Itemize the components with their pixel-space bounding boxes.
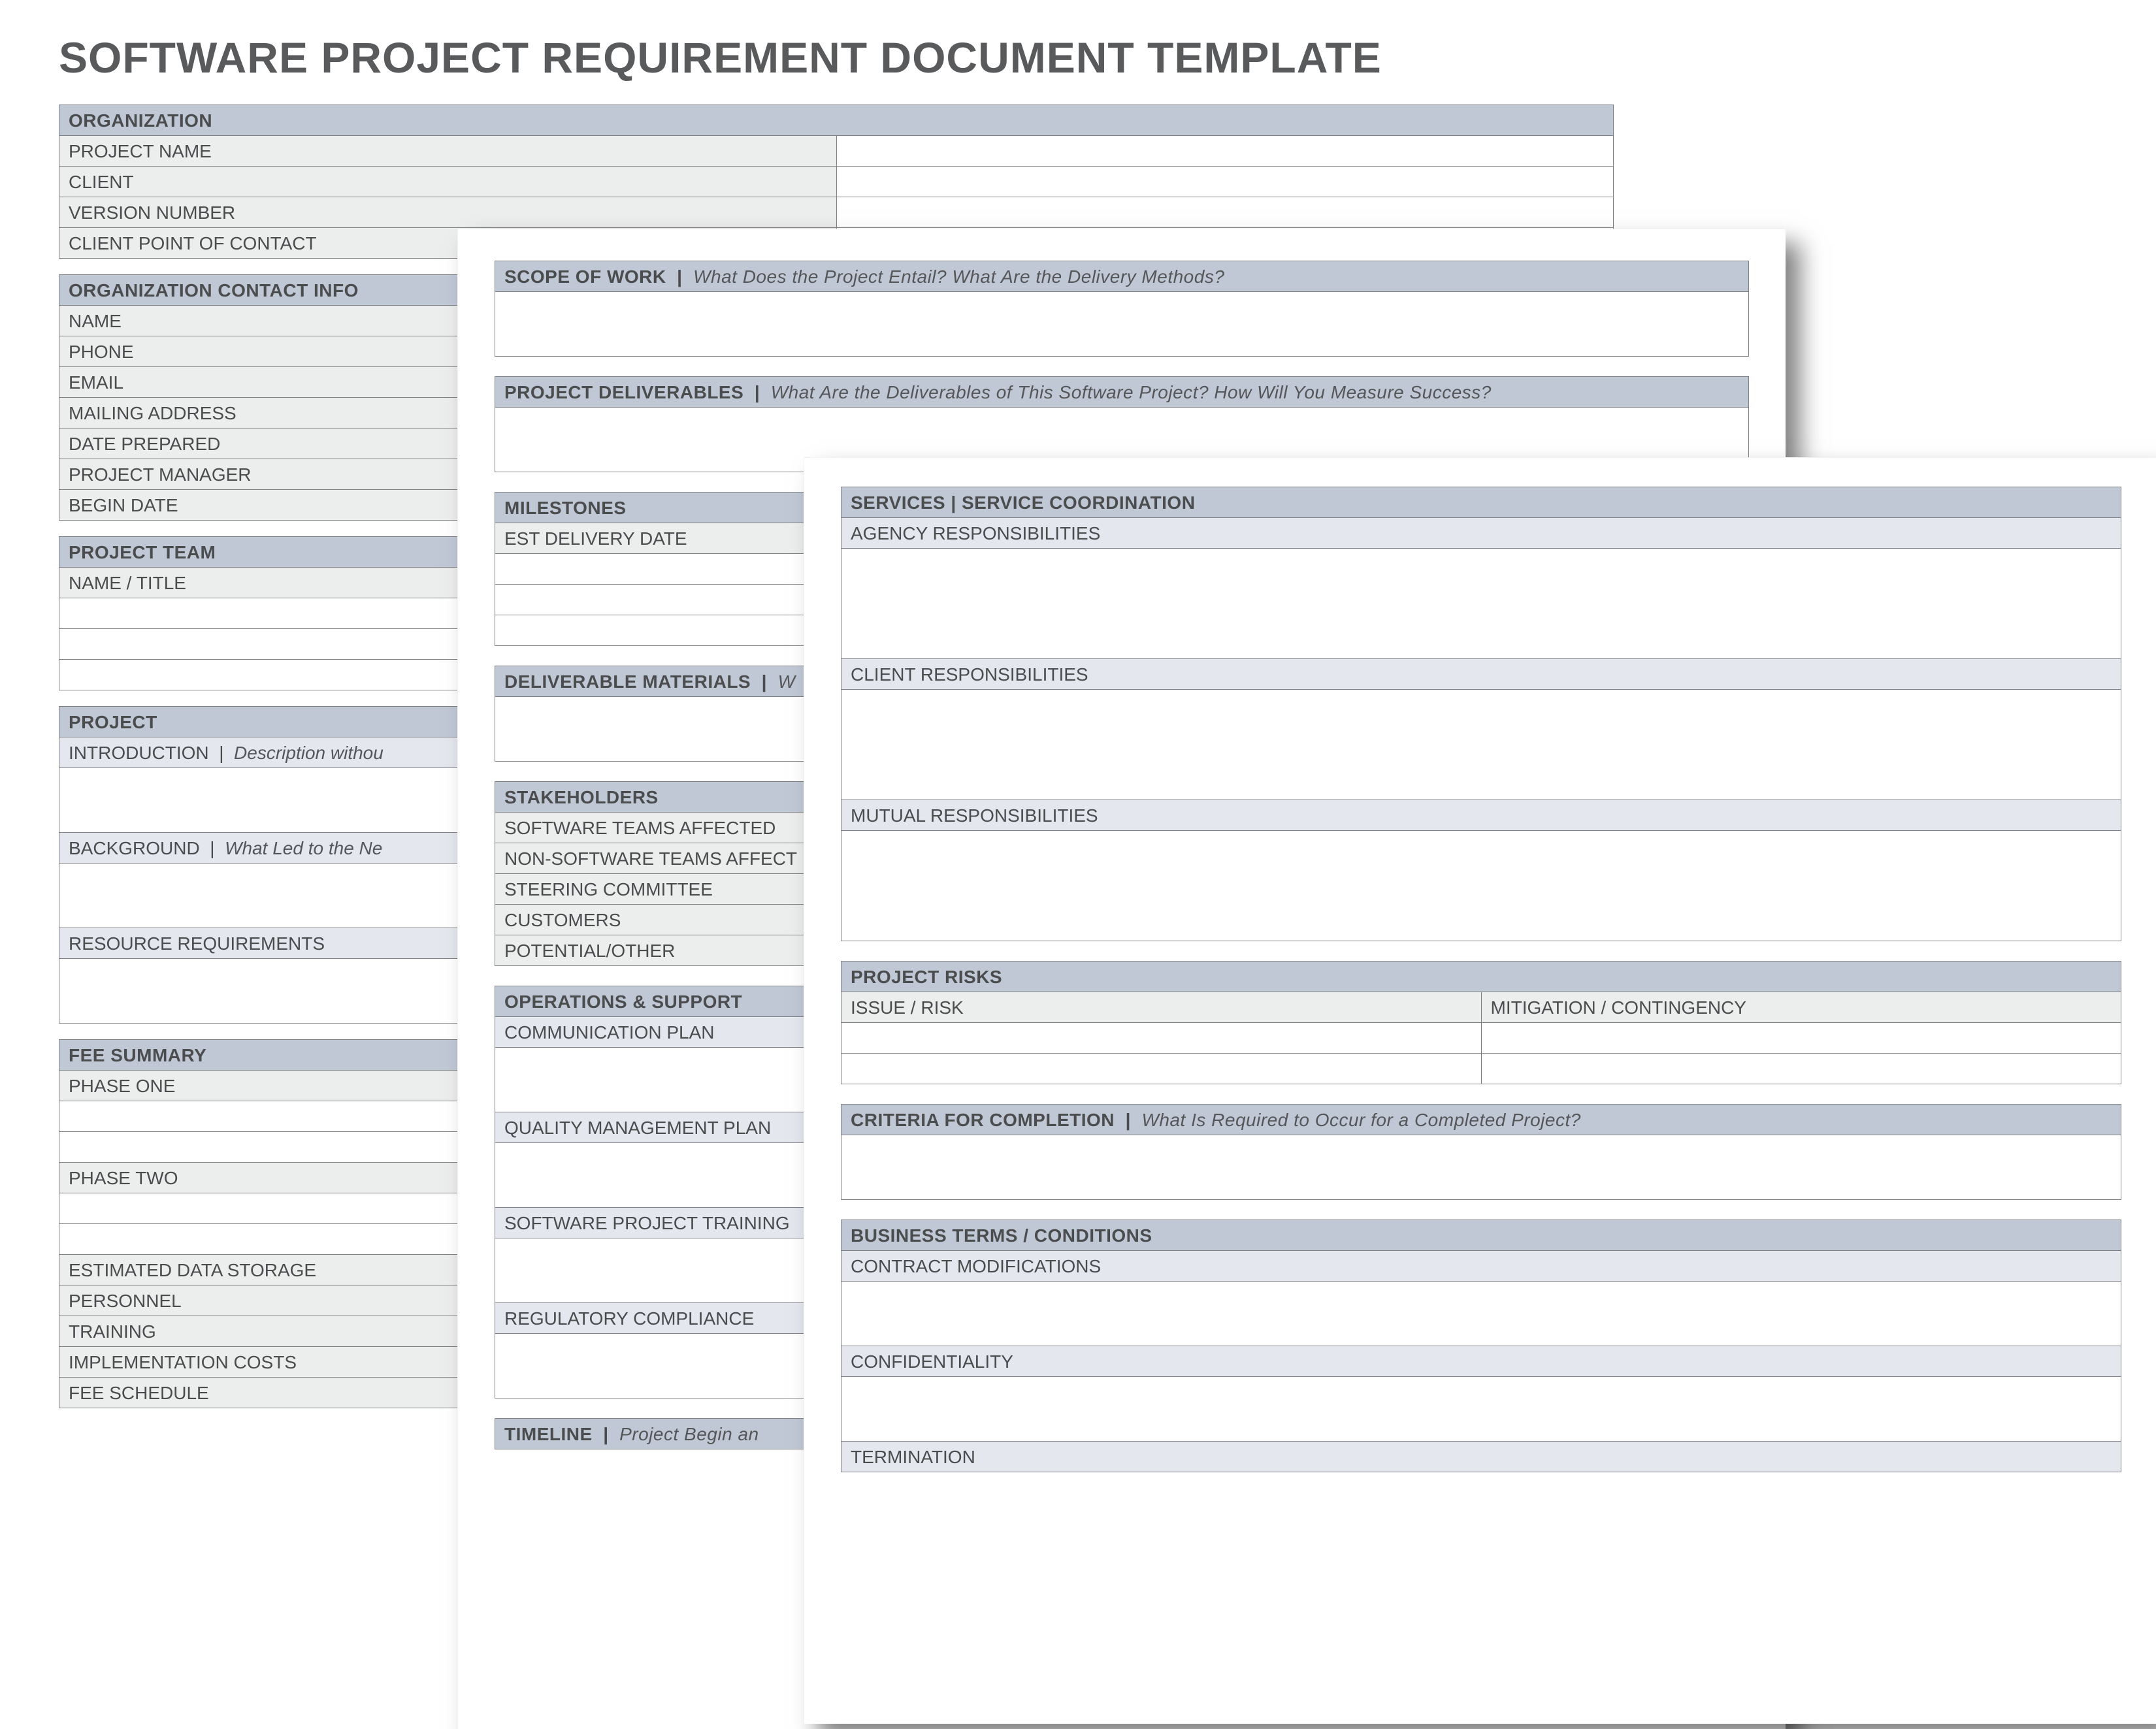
label-serv-2: MUTUAL RESPONSIBILITIES	[841, 800, 2121, 831]
page3-table: SERVICES | SERVICE COORDINATION AGENCY R…	[841, 487, 2121, 1472]
value-cell[interactable]	[841, 1054, 1482, 1084]
value-cell[interactable]	[841, 549, 2121, 659]
value-cell[interactable]	[836, 197, 1614, 228]
page-title: SOFTWARE PROJECT REQUIREMENT DOCUMENT TE…	[59, 33, 1382, 82]
label-term-0: CONTRACT MODIFICATIONS	[841, 1251, 2121, 1282]
value-cell[interactable]	[836, 167, 1614, 197]
value-cell[interactable]	[836, 136, 1614, 167]
label-org-2: VERSION NUMBER	[59, 197, 837, 228]
section-terms: BUSINESS TERMS / CONDITIONS	[841, 1220, 2121, 1251]
label-org-0: PROJECT NAME	[59, 136, 837, 167]
value-cell[interactable]	[841, 1023, 1482, 1054]
value-cell[interactable]	[1481, 1023, 2121, 1054]
section-deliverables: PROJECT DELIVERABLES | What Are the Deli…	[495, 377, 1749, 408]
section-risks: PROJECT RISKS	[841, 961, 2121, 992]
label-term-1: CONFIDENTIALITY	[841, 1346, 2121, 1377]
value-cell[interactable]	[495, 292, 1749, 357]
section-scope: SCOPE OF WORK | What Does the Project En…	[495, 261, 1749, 292]
section-organization: ORGANIZATION	[59, 105, 1614, 136]
label-term-2: TERMINATION	[841, 1442, 2121, 1472]
value-cell[interactable]	[841, 1135, 2121, 1200]
value-cell[interactable]	[841, 1282, 2121, 1346]
label-serv-0: AGENCY RESPONSIBILITIES	[841, 518, 2121, 549]
label-risk-c2: MITIGATION / CONTINGENCY	[1481, 992, 2121, 1023]
value-cell[interactable]	[841, 831, 2121, 941]
panel-page-3: SERVICES | SERVICE COORDINATION AGENCY R…	[804, 457, 2156, 1724]
label-risk-c1: ISSUE / RISK	[841, 992, 1482, 1023]
value-cell[interactable]	[841, 1377, 2121, 1442]
value-cell[interactable]	[1481, 1054, 2121, 1084]
section-criteria: CRITERIA FOR COMPLETION | What Is Requir…	[841, 1105, 2121, 1135]
label-serv-1: CLIENT RESPONSIBILITIES	[841, 659, 2121, 690]
value-cell[interactable]	[841, 690, 2121, 800]
label-org-1: CLIENT	[59, 167, 837, 197]
section-services: SERVICES | SERVICE COORDINATION	[841, 487, 2121, 518]
